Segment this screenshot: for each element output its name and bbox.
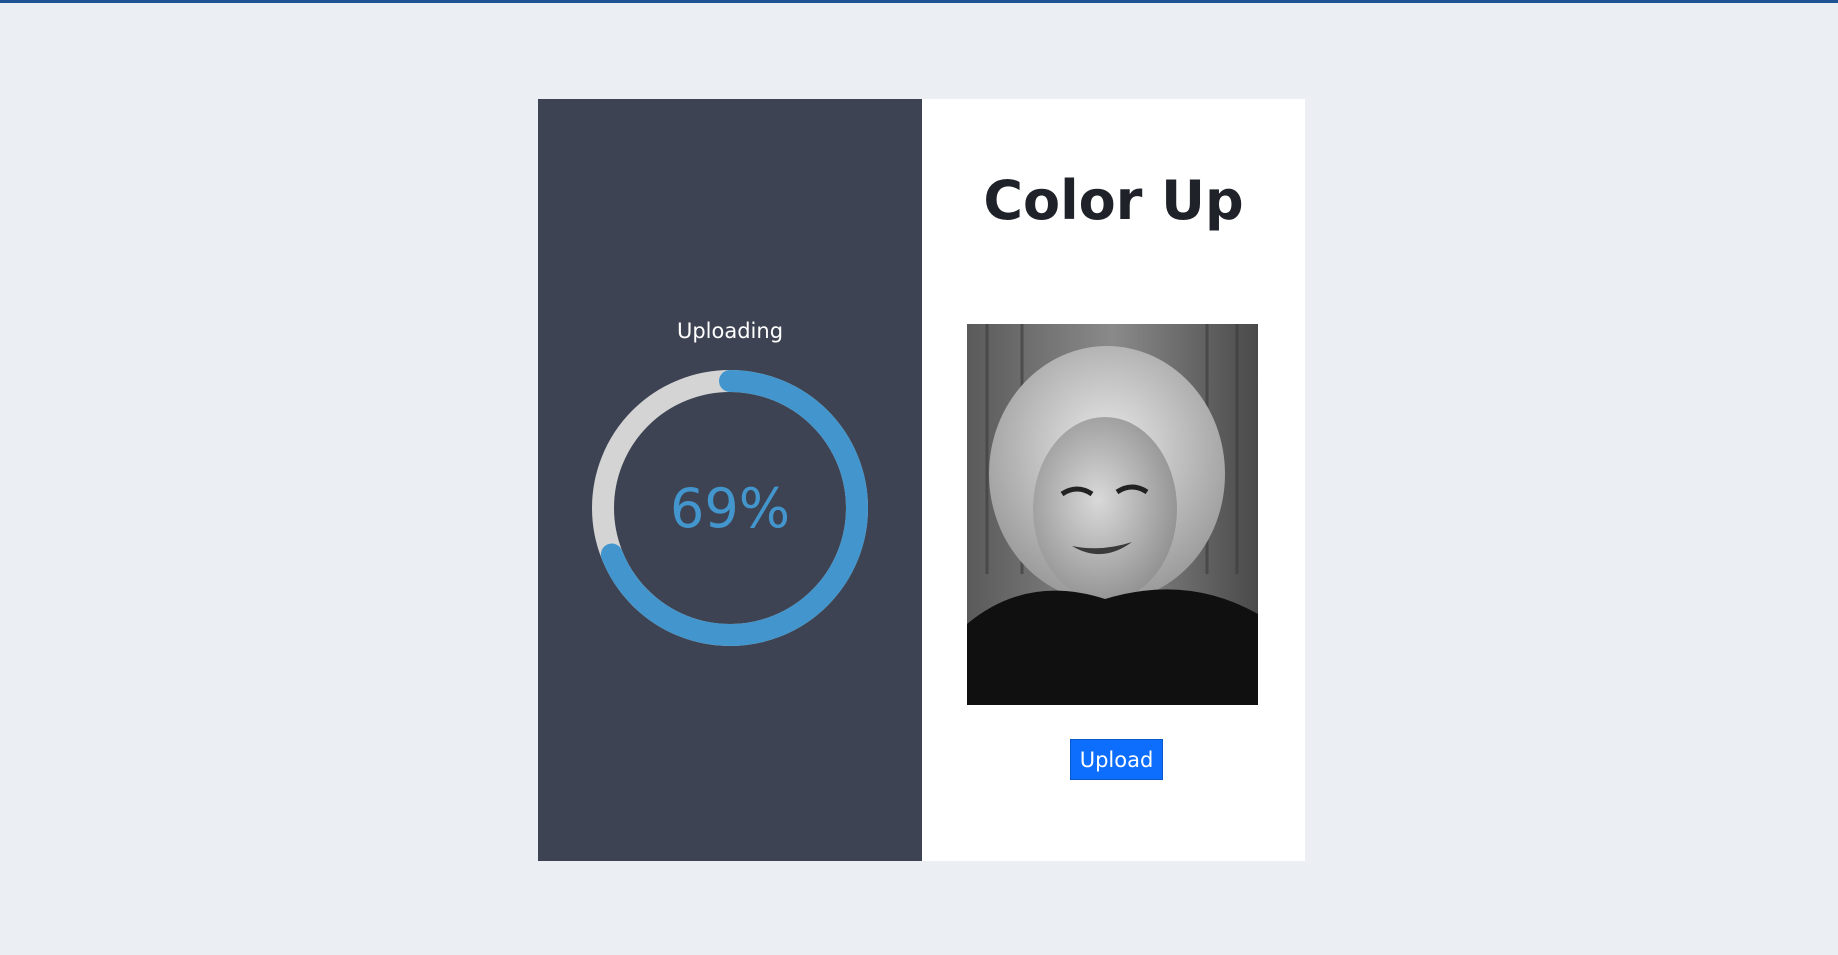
top-accent-bar: [0, 0, 1838, 3]
upload-progress-panel: Uploading 69%: [538, 99, 922, 861]
upload-button[interactable]: Upload: [1070, 739, 1163, 780]
upload-status-label: Uploading: [676, 319, 784, 343]
portrait-image: [967, 324, 1258, 705]
upload-form-panel: Color Up Upload: [922, 99, 1305, 861]
photo-preview: [967, 324, 1258, 705]
app-title: Color Up: [983, 169, 1244, 232]
progress-percent-text: 69%: [669, 476, 791, 540]
upload-card: Uploading 69% Color Up Upload: [538, 99, 1305, 861]
